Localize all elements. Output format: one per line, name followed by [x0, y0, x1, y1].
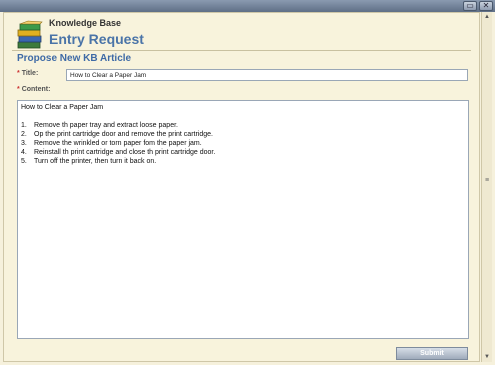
- step-number: 5.: [21, 158, 27, 165]
- vertical-scrollbar[interactable]: ▲ ≡ ▼: [481, 12, 492, 362]
- step-number: 3.: [21, 140, 27, 147]
- list-item: 3. Remove the wrinkled or torn paper fom…: [21, 139, 465, 148]
- step-text: Reinstall th print cartridge and close t…: [34, 149, 216, 156]
- required-marker: *: [17, 86, 20, 93]
- section-title: Propose New KB Article: [17, 53, 132, 64]
- step-text: Remove th paper tray and extract loose p…: [34, 122, 178, 129]
- step-number: 4.: [21, 149, 27, 156]
- entry-request-panel: Knowledge Base Entry Request Propose New…: [3, 12, 480, 362]
- window-controls: ▭ ✕: [463, 1, 493, 11]
- content-editor[interactable]: How to Clear a Paper Jam 1. Remove th pa…: [17, 100, 469, 339]
- minimize-button[interactable]: ▭: [463, 1, 477, 11]
- app-name: Knowledge Base: [49, 18, 122, 28]
- content-heading: How to Clear a Paper Jam: [21, 104, 104, 111]
- arrow-up-icon[interactable]: ▲: [483, 13, 491, 21]
- required-marker: *: [17, 70, 20, 77]
- title-label: Title:: [21, 70, 39, 77]
- scroll-grip-icon[interactable]: ≡: [484, 177, 490, 185]
- content-label: Content:: [21, 86, 51, 93]
- list-item: 1. Remove th paper tray and extract loos…: [21, 121, 465, 130]
- title-input[interactable]: [66, 69, 468, 81]
- step-text: Remove the wrinkled or torn paper fom th…: [34, 140, 202, 147]
- step-text: Turn off the printer, then turn it back …: [34, 158, 157, 165]
- content-field-label: * Content:: [17, 86, 50, 93]
- step-text: Op the print cartridge door and remove t…: [34, 131, 213, 138]
- step-number: 1.: [21, 122, 27, 129]
- close-button[interactable]: ✕: [479, 1, 493, 11]
- list-item: 5. Turn off the printer, then turn it ba…: [21, 157, 465, 166]
- arrow-down-icon[interactable]: ▼: [483, 353, 491, 361]
- page-title: Entry Request: [49, 31, 144, 47]
- title-field-label: * Title:: [17, 70, 38, 77]
- step-number: 2.: [21, 131, 27, 138]
- header-divider: [12, 50, 471, 51]
- window-titlebar: ▭ ✕: [0, 0, 495, 12]
- submit-button[interactable]: Submit: [396, 347, 468, 360]
- list-item: 4. Reinstall th print cartridge and clos…: [21, 148, 465, 157]
- books-stack-icon: [17, 20, 43, 49]
- list-item: 2. Op the print cartridge door and remov…: [21, 130, 465, 139]
